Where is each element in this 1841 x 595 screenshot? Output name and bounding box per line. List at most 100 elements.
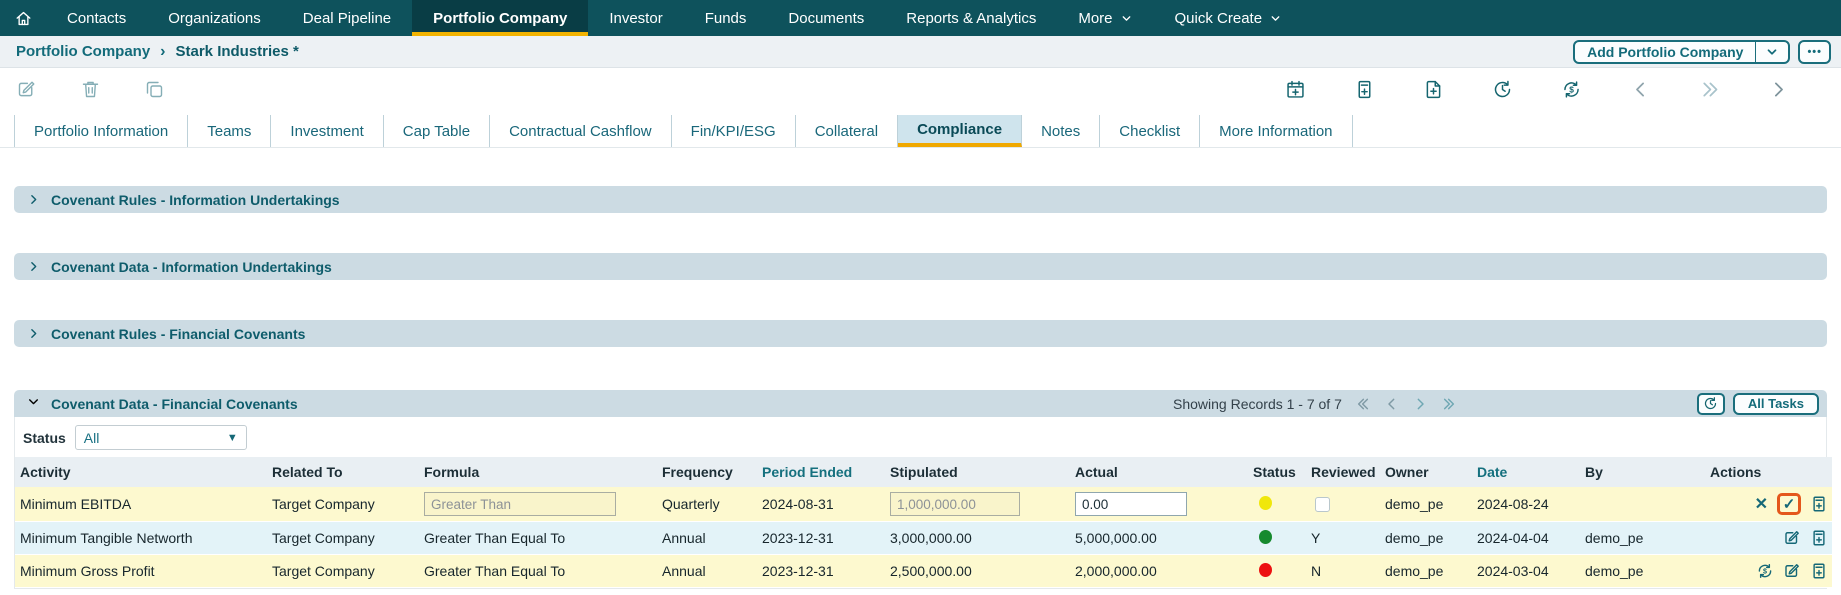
pagination-controls [1356,396,1456,412]
row-actions [1710,529,1828,547]
section-title: Covenant Data - Information Undertakings [51,259,332,275]
edit-icon[interactable] [1783,562,1801,580]
row-actions: $ [1710,562,1828,580]
actual-input[interactable] [1075,492,1187,516]
chevron-right-icon [27,327,40,340]
reviewed-checkbox[interactable] [1315,497,1330,512]
chevron-down-icon[interactable] [27,395,40,413]
section-covenant-rules-information-undertakings[interactable]: Covenant Rules - Information Undertaking… [14,186,1827,213]
previous-record-icon[interactable] [1630,79,1651,100]
col-formula: Formula [419,457,657,487]
last-page-icon[interactable] [1440,396,1456,412]
nav-item-quick-create[interactable]: Quick Create [1154,0,1304,36]
confirm-highlight-box[interactable]: ✓ [1777,493,1801,515]
tab-label: Contractual Cashflow [509,123,652,140]
tab-compliance[interactable]: Compliance [898,115,1022,147]
detail-tabs: Portfolio Information Teams Investment C… [0,110,1841,148]
col-date[interactable]: Date [1472,457,1580,487]
tab-label: Cap Table [403,123,470,140]
section-title: Covenant Rules - Financial Covenants [51,326,305,342]
cell-formula: Greater Than Equal To [419,555,657,588]
cell-by: demo_pe [1580,522,1705,555]
cell-date: 2024-03-04 [1472,555,1580,588]
previous-page-icon[interactable] [1384,396,1400,412]
tab-checklist[interactable]: Checklist [1100,115,1200,147]
tab-label: More Information [1219,123,1332,140]
delete-icon[interactable] [80,79,101,100]
spacer [0,213,1841,253]
history-button[interactable] [1697,393,1725,415]
add-portfolio-company-button[interactable]: Add Portfolio Company [1573,40,1790,64]
table-header-row: Activity Related To Formula Frequency Pe… [15,457,1832,487]
nav-item-investor[interactable]: Investor [588,0,683,36]
nav-item-more[interactable]: More [1057,0,1153,36]
nav-item-label: Investor [609,10,662,27]
nav-item-contacts[interactable]: Contacts [46,0,147,36]
cell-formula [419,487,657,522]
edit-icon[interactable] [16,79,37,100]
cell-formula: Greater Than Equal To [419,522,657,555]
cell-period-ended: 2024-08-31 [757,487,885,522]
file-add-icon[interactable] [1423,79,1444,100]
nav-item-label: Documents [788,10,864,27]
col-period-ended[interactable]: Period Ended [757,457,885,487]
cell-related-to: Target Company [267,555,419,588]
cell-actual: 2,000,000.00 [1070,555,1248,588]
cell-status [1248,555,1306,588]
confirm-icon[interactable]: ✓ [1783,497,1796,512]
showing-records-text: Showing Records 1 - 7 of 7 [1173,396,1342,412]
nav-item-reports-analytics[interactable]: Reports & Analytics [885,0,1057,36]
cell-period-ended: 2023-12-31 [757,555,885,588]
next-page-icon[interactable] [1412,396,1428,412]
status-dot-yellow [1259,496,1272,510]
tab-notes[interactable]: Notes [1022,115,1100,147]
last-record-icon[interactable] [1699,79,1720,100]
breadcrumb-parent[interactable]: Portfolio Company [16,43,150,60]
section-covenant-data-information-undertakings[interactable]: Covenant Data - Information Undertakings [14,253,1827,280]
status-filter-value: All [84,430,100,446]
breadcrumb-bar: Portfolio Company › Stark Industries * A… [0,36,1841,68]
status-dot-green [1259,530,1272,544]
task-add-icon[interactable] [1810,529,1828,547]
cancel-icon[interactable]: ✕ [1755,494,1768,514]
nav-item-portfolio-company[interactable]: Portfolio Company [412,0,588,36]
tab-portfolio-information[interactable]: Portfolio Information [14,115,188,147]
task-add-icon[interactable] [1810,562,1828,580]
svg-text:$: $ [1763,568,1767,576]
task-add-icon[interactable] [1810,495,1828,513]
task-add-icon[interactable] [1354,79,1375,100]
tab-contractual-cashflow[interactable]: Contractual Cashflow [490,115,672,147]
chevron-down-icon[interactable] [1756,45,1788,59]
section-header-actions: All Tasks [1697,393,1819,415]
section-covenant-rules-financial-covenants[interactable]: Covenant Rules - Financial Covenants [14,320,1827,347]
first-page-icon[interactable] [1356,396,1372,412]
tab-collateral[interactable]: Collateral [796,115,898,147]
tab-investment[interactable]: Investment [271,115,383,147]
calendar-add-icon[interactable] [1285,79,1306,100]
edit-icon[interactable] [1783,529,1801,547]
duplicate-icon[interactable] [144,79,165,100]
tab-fin-kpi-esg[interactable]: Fin/KPI/ESG [672,115,796,147]
cell-activity: Minimum Gross Profit [15,555,267,588]
history-icon[interactable] [1492,79,1513,100]
more-options-button[interactable]: ••• [1798,40,1831,64]
section-title: Covenant Rules - Information Undertaking… [51,192,340,208]
nav-item-funds[interactable]: Funds [684,0,768,36]
nav-item-organizations[interactable]: Organizations [147,0,282,36]
home-icon[interactable] [0,0,46,36]
next-record-icon[interactable] [1768,79,1789,100]
nav-item-deal-pipeline[interactable]: Deal Pipeline [282,0,412,36]
tab-label: Portfolio Information [34,123,168,140]
nav-item-label: Deal Pipeline [303,10,391,27]
status-filter-select[interactable]: All ▼ [75,425,247,450]
tab-cap-table[interactable]: Cap Table [384,115,490,147]
tab-more-information[interactable]: More Information [1200,115,1352,147]
nav-item-documents[interactable]: Documents [767,0,885,36]
chevron-down-icon [1269,12,1282,25]
currency-refresh-icon[interactable]: $ [1561,79,1582,100]
currency-refresh-icon[interactable]: $ [1756,562,1774,580]
all-tasks-button[interactable]: All Tasks [1733,393,1819,415]
tab-teams[interactable]: Teams [188,115,271,147]
table-row: Minimum EBITDA Target Company Quarterly … [15,487,1832,522]
records-pagination: Showing Records 1 - 7 of 7 [1173,396,1456,412]
